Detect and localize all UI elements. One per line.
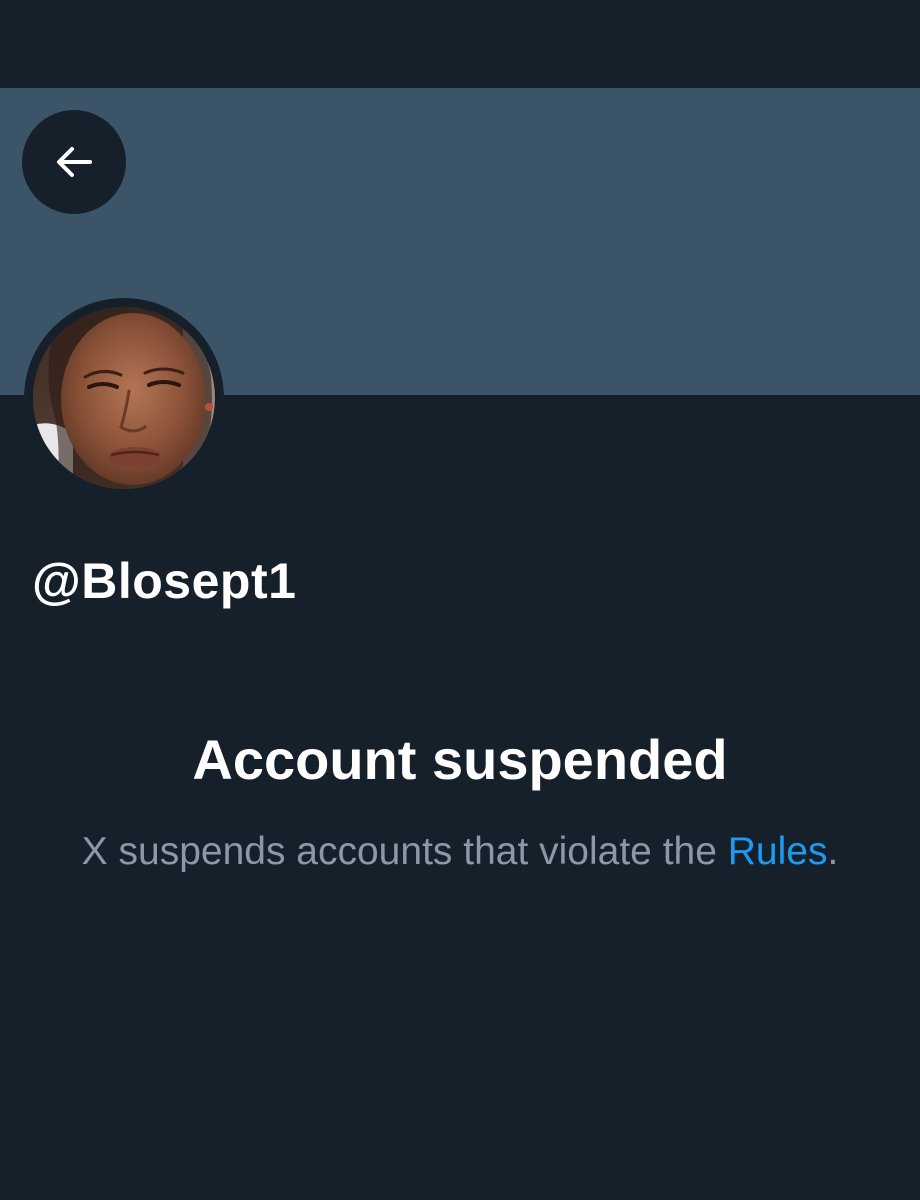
suspension-message-text: X suspends accounts that violate the [81,830,728,873]
back-button[interactable] [22,110,126,214]
rules-link[interactable]: Rules [728,830,828,873]
avatar[interactable] [33,307,215,489]
profile-photo [33,307,215,489]
suspension-title: Account suspended [192,728,728,791]
status-bar [0,0,920,88]
profile-handle: @Blosept1 [32,553,297,609]
suspension-message: X suspends accounts that violate the Rul… [80,822,840,881]
arrow-left-icon [50,138,98,186]
suspension-message-end: . [827,830,839,873]
suspension-notice: Account suspended X suspends accounts th… [60,720,860,881]
